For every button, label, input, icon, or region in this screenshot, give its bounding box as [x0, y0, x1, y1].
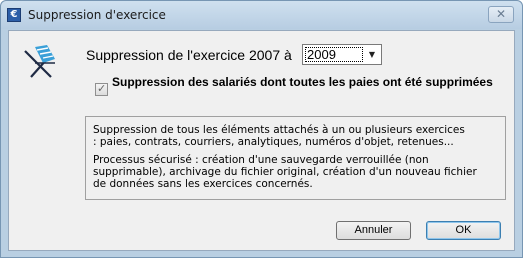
- chevron-down-icon[interactable]: ▼: [365, 48, 379, 61]
- info-paragraph-scope: Suppression de tous les éléments attaché…: [93, 124, 465, 148]
- delete-employees-label[interactable]: Suppression des salariés dont toutes les…: [112, 75, 502, 89]
- ok-button[interactable]: OK: [426, 221, 501, 240]
- deckchair-logo-icon: [24, 45, 55, 78]
- info-box: Suppression de tous les éléments attaché…: [85, 116, 506, 200]
- close-button[interactable]: ✕: [488, 6, 514, 23]
- window-title: Suppression d'exercice: [28, 8, 166, 22]
- delete-employees-checkbox[interactable]: ✓: [95, 82, 108, 96]
- dialog-window: € Suppression d'exercice ✕ Suppression d…: [0, 0, 523, 258]
- dialog-content: Suppression de l'exercice 2007 à 2009 ▼ …: [8, 30, 515, 251]
- exercise-label: Suppression de l'exercice 2007 à: [86, 47, 292, 63]
- app-icon: €: [7, 8, 21, 22]
- title-bar[interactable]: € Suppression d'exercice ✕: [1, 1, 522, 29]
- cancel-button[interactable]: Annuler: [336, 221, 411, 240]
- checkmark-icon: ✓: [97, 82, 107, 95]
- year-select-value: 2009: [305, 47, 363, 62]
- info-paragraph-process: Processus sécurisé : création d'une sauv…: [93, 154, 477, 190]
- year-select[interactable]: 2009 ▼: [302, 44, 382, 65]
